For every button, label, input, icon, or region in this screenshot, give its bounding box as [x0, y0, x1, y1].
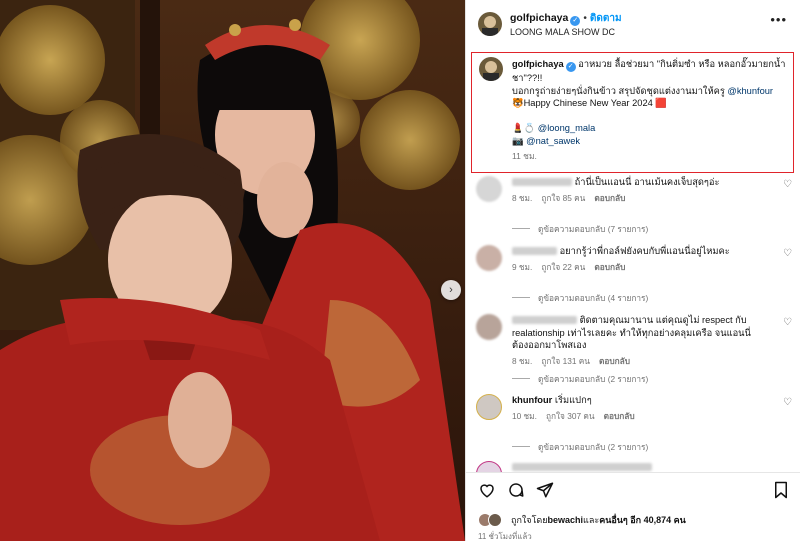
highlight-box	[471, 52, 794, 173]
view-replies-button[interactable]: ดูข้อความตอบกลับ (4 รายการ)	[512, 291, 648, 305]
blurred-username	[512, 178, 572, 186]
view-replies-button[interactable]: ดูข้อความตอบกลับ (2 รายการ)	[512, 440, 648, 454]
comment-likes[interactable]: ถูกใจ 307 คน	[546, 411, 595, 421]
photo-illustration	[0, 0, 465, 541]
liked-by-prefix: ถูกใจโดย	[511, 515, 548, 525]
divider-line	[512, 297, 530, 298]
commenter-avatar[interactable]	[476, 314, 502, 340]
heart-icon[interactable]: ♡	[783, 317, 792, 328]
reply-button[interactable]: ตอบกลับ	[594, 193, 625, 203]
comment-likes[interactable]: ถูกใจ 22 คน	[541, 262, 585, 272]
post-location[interactable]: LOONG MALA SHOW DC	[510, 26, 622, 38]
comment-likes[interactable]: ถูกใจ 85 คน	[541, 193, 585, 203]
liked-by[interactable]: ถูกใจโดย bewachi และ คนอื่นๆ อีก 40,874 ค…	[478, 513, 686, 527]
liked-by-user[interactable]: bewachi	[548, 515, 584, 525]
view-replies-label: ดูข้อความตอบกลับ (2 รายการ)	[538, 442, 649, 452]
comment-likes[interactable]: ถูกใจ 131 คน	[541, 356, 590, 366]
comment-time: 8 ชม.	[512, 355, 533, 366]
reply-button[interactable]: ตอบกลับ	[604, 411, 635, 421]
comment-text: ถ้านี่เป็นแอนนี่ อานเม้นคงเจ็บสุดๆอ่ะ	[574, 177, 720, 187]
view-replies-button[interactable]: ดูข้อความตอบกลับ (7 รายการ)	[512, 222, 648, 236]
liker-avatars	[478, 513, 506, 527]
view-replies-button[interactable]: ดูข้อความตอบกลับ (2 รายการ)	[512, 372, 648, 386]
post-header: golfpichaya ✓ • ติดตาม LOONG MALA SHOW DC •…	[466, 0, 800, 45]
bookmark-icon[interactable]	[773, 481, 789, 499]
reply-button[interactable]: ตอบกลับ	[599, 356, 630, 366]
commenter-avatar[interactable]	[476, 245, 502, 271]
separator-dot: •	[583, 13, 587, 24]
comment-text: อยากรู้ว่าพี่กอล์ฟยังคบกับพี่แอนนี่อยู่ไ…	[559, 246, 730, 256]
post-photo[interactable]: ›	[0, 0, 465, 541]
commenter-avatar[interactable]	[476, 176, 502, 202]
action-bar	[478, 481, 554, 499]
follow-button[interactable]: ติดตาม	[590, 13, 622, 24]
divider-line	[512, 228, 530, 229]
next-photo-button[interactable]: ›	[441, 280, 461, 300]
more-horizontal-icon[interactable]: •••	[770, 12, 787, 27]
view-replies-label: ดูข้อความตอบกลับ (2 รายการ)	[538, 374, 649, 384]
post-viewer: › golfpichaya ✓ • ติดตาม LOONG MALA SHOW DC…	[0, 0, 800, 541]
comment-time: 10 ชม.	[512, 410, 537, 421]
comment-username[interactable]: khunfour	[512, 395, 552, 405]
author-avatar[interactable]	[478, 12, 502, 36]
liked-by-others[interactable]: คนอื่นๆ อีก 40,874 คน	[599, 513, 686, 527]
commenter-avatar[interactable]	[476, 394, 502, 420]
liked-by-mid: และ	[583, 515, 600, 525]
view-replies-label: ดูข้อความตอบกลับ (4 รายการ)	[538, 293, 649, 303]
author-username[interactable]: golfpichaya	[510, 12, 568, 24]
heart-icon[interactable]: ♡	[783, 248, 792, 259]
like-heart-icon[interactable]	[478, 481, 496, 499]
heart-icon[interactable]: ♡	[783, 397, 792, 408]
view-replies-label: ดูข้อความตอบกลับ (7 รายการ)	[538, 224, 649, 234]
heart-icon[interactable]: ♡	[783, 179, 792, 190]
blurred-username	[512, 316, 577, 324]
chevron-right-icon: ›	[449, 284, 453, 296]
share-icon[interactable]	[536, 481, 554, 499]
reply-button[interactable]: ตอบกลับ	[594, 262, 625, 272]
blurred-username	[512, 247, 557, 255]
comment-icon[interactable]	[507, 481, 525, 499]
verified-badge-icon: ✓	[570, 16, 581, 26]
post-footer: ถูกใจโดย bewachi และ คนอื่นๆ อีก 40,874 ค…	[466, 472, 800, 541]
divider-line	[512, 378, 530, 379]
comment-time: 9 ชม.	[512, 261, 533, 272]
blurred-comment	[512, 463, 652, 471]
comment-text: เริ่มแปกๆ	[554, 395, 592, 405]
divider-line	[512, 446, 530, 447]
comment-time: 8 ชม.	[512, 192, 533, 203]
posted-time: 11 ชั่วโมงที่แล้ว	[478, 532, 532, 541]
